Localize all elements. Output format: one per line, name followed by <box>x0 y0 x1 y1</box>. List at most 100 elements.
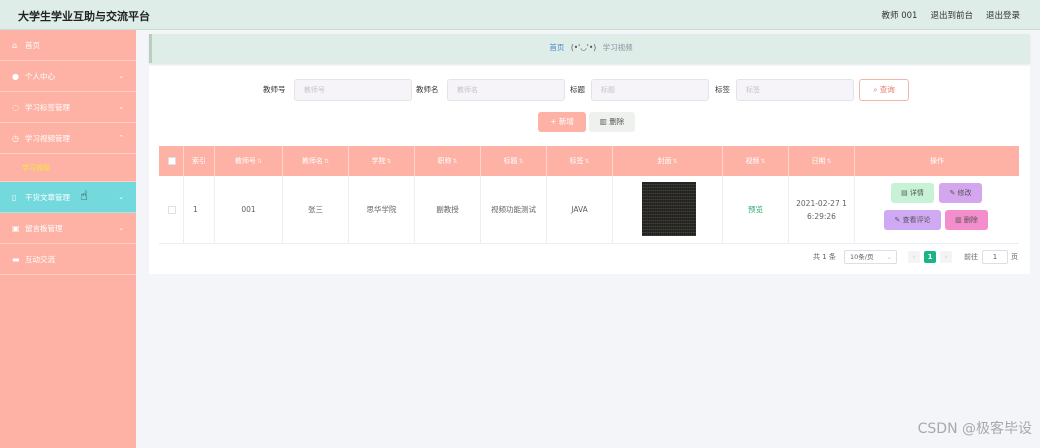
sidebar-item-tags[interactable]: ◌ 学习标签管理 ⌄ <box>0 92 136 123</box>
page-number-active[interactable]: 1 <box>924 251 936 263</box>
time-line: 6:29:26 <box>807 212 836 221</box>
trash-icon: ▥ <box>955 216 962 224</box>
column-header[interactable]: 教师号⇅ <box>215 146 283 176</box>
trash-icon: ▥ <box>599 117 607 126</box>
chevron-down-icon: ⌄ <box>118 224 124 232</box>
edit-label: 修改 <box>957 189 972 197</box>
chevron-down-icon: ⌄ <box>118 72 124 80</box>
clock-icon: ◷ <box>12 134 19 143</box>
search-label-tag: 标签 <box>715 85 730 94</box>
sidebar-item-home[interactable]: ⌂ 首页 <box>0 30 136 61</box>
search-input-teacher-name[interactable]: 教师名 <box>447 79 565 101</box>
edit-button[interactable]: ✎ 修改 <box>939 183 982 203</box>
user-icon: ● <box>12 72 19 81</box>
chat-icon: ▬ <box>12 255 20 264</box>
sidebar-item-interaction[interactable]: ▬ 互动交流 <box>0 244 136 275</box>
pagination: 共 1 条 10条/页 ⌄ ‹ 1 › 前往 1 页 <box>149 250 1030 264</box>
view-comments-button[interactable]: ✎ 查看评论 <box>884 210 941 230</box>
sidebar-item-label: 学习标签管理 <box>25 103 70 112</box>
logout-link[interactable]: 退出登录 <box>986 9 1020 21</box>
breadcrumb-home[interactable]: 首页 <box>549 43 564 52</box>
breadcrumb: 首页 (•'◡'•) 学习视频 <box>149 34 1030 63</box>
column-header[interactable]: 标题⇅ <box>481 146 547 176</box>
cell-teacher-name: 张三 <box>283 176 349 244</box>
search-input-tag[interactable]: 标签 <box>736 79 854 101</box>
chevron-down-icon: ⌄ <box>886 253 892 261</box>
add-button[interactable]: + 新增 <box>538 112 586 132</box>
goto-page-input[interactable]: 1 <box>982 250 1008 264</box>
column-header[interactable]: 日期⇅ <box>789 146 855 176</box>
column-header[interactable]: 索引 <box>184 146 215 176</box>
hand-cursor-icon: ☝ <box>80 189 88 204</box>
date-line: 2021-02-27 1 <box>796 199 847 208</box>
search-form: 教师号 教师号 教师名 教师名 标题 标题 标签 标签 ⌕ 查询 <box>149 79 1030 101</box>
column-header-label: 日期 <box>811 157 826 165</box>
sidebar-item-videos[interactable]: ◷ 学习视频管理 ⌃ <box>0 123 136 154</box>
sort-icon: ⇅ <box>826 158 832 165</box>
header-actions: 教师 001 退出到前台 退出登录 <box>882 9 1020 21</box>
chevron-down-icon: ⌄ <box>118 103 124 111</box>
sort-icon: ⇅ <box>386 158 392 165</box>
chevron-down-icon: ⌄ <box>118 193 124 201</box>
sidebar-item-label: 个人中心 <box>25 72 55 81</box>
cell-actions: ▤ 详情 ✎ 修改 ✎ 查看评论 ▥ 删除 <box>855 176 1019 244</box>
column-header-label: 视频 <box>745 157 760 165</box>
back-to-frontend-link[interactable]: 退出到前台 <box>930 9 973 21</box>
home-icon: ⌂ <box>12 41 18 50</box>
goto-label: 前往 <box>964 253 978 261</box>
sidebar-subitem-video[interactable]: 学习视频 <box>0 154 136 182</box>
sidebar-item-messages[interactable]: ▣ 留言板管理 ⌄ <box>0 213 136 244</box>
sidebar: ⌂ 首页 ● 个人中心 ⌄ ◌ 学习标签管理 ⌄ ◷ 学习视频管理 ⌃ 学习视频 ▯ 干货… <box>0 30 136 448</box>
column-header[interactable]: 职称⇅ <box>415 146 481 176</box>
column-header[interactable]: 标签⇅ <box>547 146 613 176</box>
table-header: 索引 教师号⇅ 教师名⇅ 学院⇅ 职称⇅ 标题⇅ 标签⇅ 封面⇅ 视频⇅ 日期⇅… <box>159 146 1019 176</box>
select-all-checkbox[interactable] <box>168 157 176 165</box>
cell-teacher-no: 001 <box>215 176 283 244</box>
tag-icon: ◌ <box>12 103 19 112</box>
column-header[interactable]: 学院⇅ <box>349 146 415 176</box>
cell-index: 1 <box>184 176 215 244</box>
query-button[interactable]: ⌕ 查询 <box>859 79 909 101</box>
search-label-teacher-name: 教师名 <box>416 85 439 94</box>
search-label-title: 标题 <box>570 85 585 94</box>
column-header-label: 索引 <box>192 157 206 165</box>
column-header-label: 封面 <box>657 157 672 165</box>
batch-delete-label: 删除 <box>609 117 625 126</box>
column-header[interactable]: 封面⇅ <box>613 146 723 176</box>
page-size-value: 10条/页 <box>850 253 874 261</box>
plus-icon: + <box>550 117 557 126</box>
page-size-select[interactable]: 10条/页 ⌄ <box>844 250 897 264</box>
message-icon: ▣ <box>12 224 20 233</box>
detail-icon: ▤ <box>901 189 908 197</box>
cover-thumbnail[interactable] <box>642 182 696 236</box>
delete-button[interactable]: ▥ 删除 <box>945 210 988 230</box>
column-header-label: 教师名 <box>301 157 323 165</box>
content-panel: 教师号 教师号 教师名 教师名 标题 标题 标签 标签 ⌕ 查询 + 新增 ▥ … <box>149 66 1030 274</box>
sidebar-item-profile[interactable]: ● 个人中心 ⌄ <box>0 61 136 92</box>
sidebar-item-label: 互动交流 <box>25 255 55 264</box>
top-header: 大学生学业互助与交流平台 教师 001 退出到前台 退出登录 <box>0 0 1040 30</box>
edit-icon: ✎ <box>949 189 956 197</box>
column-header[interactable]: 教师名⇅ <box>283 146 349 176</box>
search-input-teacher-no[interactable]: 教师号 <box>294 79 412 101</box>
video-preview-link[interactable]: 预览 <box>723 176 789 244</box>
row-checkbox[interactable] <box>168 206 176 214</box>
cell-date: 2021-02-27 1 6:29:26 <box>789 176 855 244</box>
sidebar-item-articles[interactable]: ▯ 干货文章管理 ⌄ <box>0 182 136 213</box>
column-header[interactable]: 视频⇅ <box>723 146 789 176</box>
cell-title-rank: 副教授 <box>415 176 481 244</box>
column-header-label: 操作 <box>930 157 944 165</box>
column-header-label: 职称 <box>437 157 452 165</box>
search-label-teacher-no: 教师号 <box>263 85 286 94</box>
breadcrumb-separator: (•'◡'•) <box>570 43 597 52</box>
sidebar-item-label: 干货文章管理 <box>25 193 70 202</box>
watermark: CSDN @极客毕设 <box>917 421 1032 437</box>
sort-icon: ⇅ <box>672 158 678 165</box>
chevron-up-icon: ⌃ <box>118 134 124 142</box>
next-page-button[interactable]: › <box>940 251 952 263</box>
detail-button[interactable]: ▤ 详情 <box>891 183 934 203</box>
search-input-title[interactable]: 标题 <box>591 79 709 101</box>
prev-page-button[interactable]: ‹ <box>908 251 920 263</box>
page-unit-label: 页 <box>1011 253 1018 261</box>
batch-delete-button[interactable]: ▥ 删除 <box>589 112 635 132</box>
